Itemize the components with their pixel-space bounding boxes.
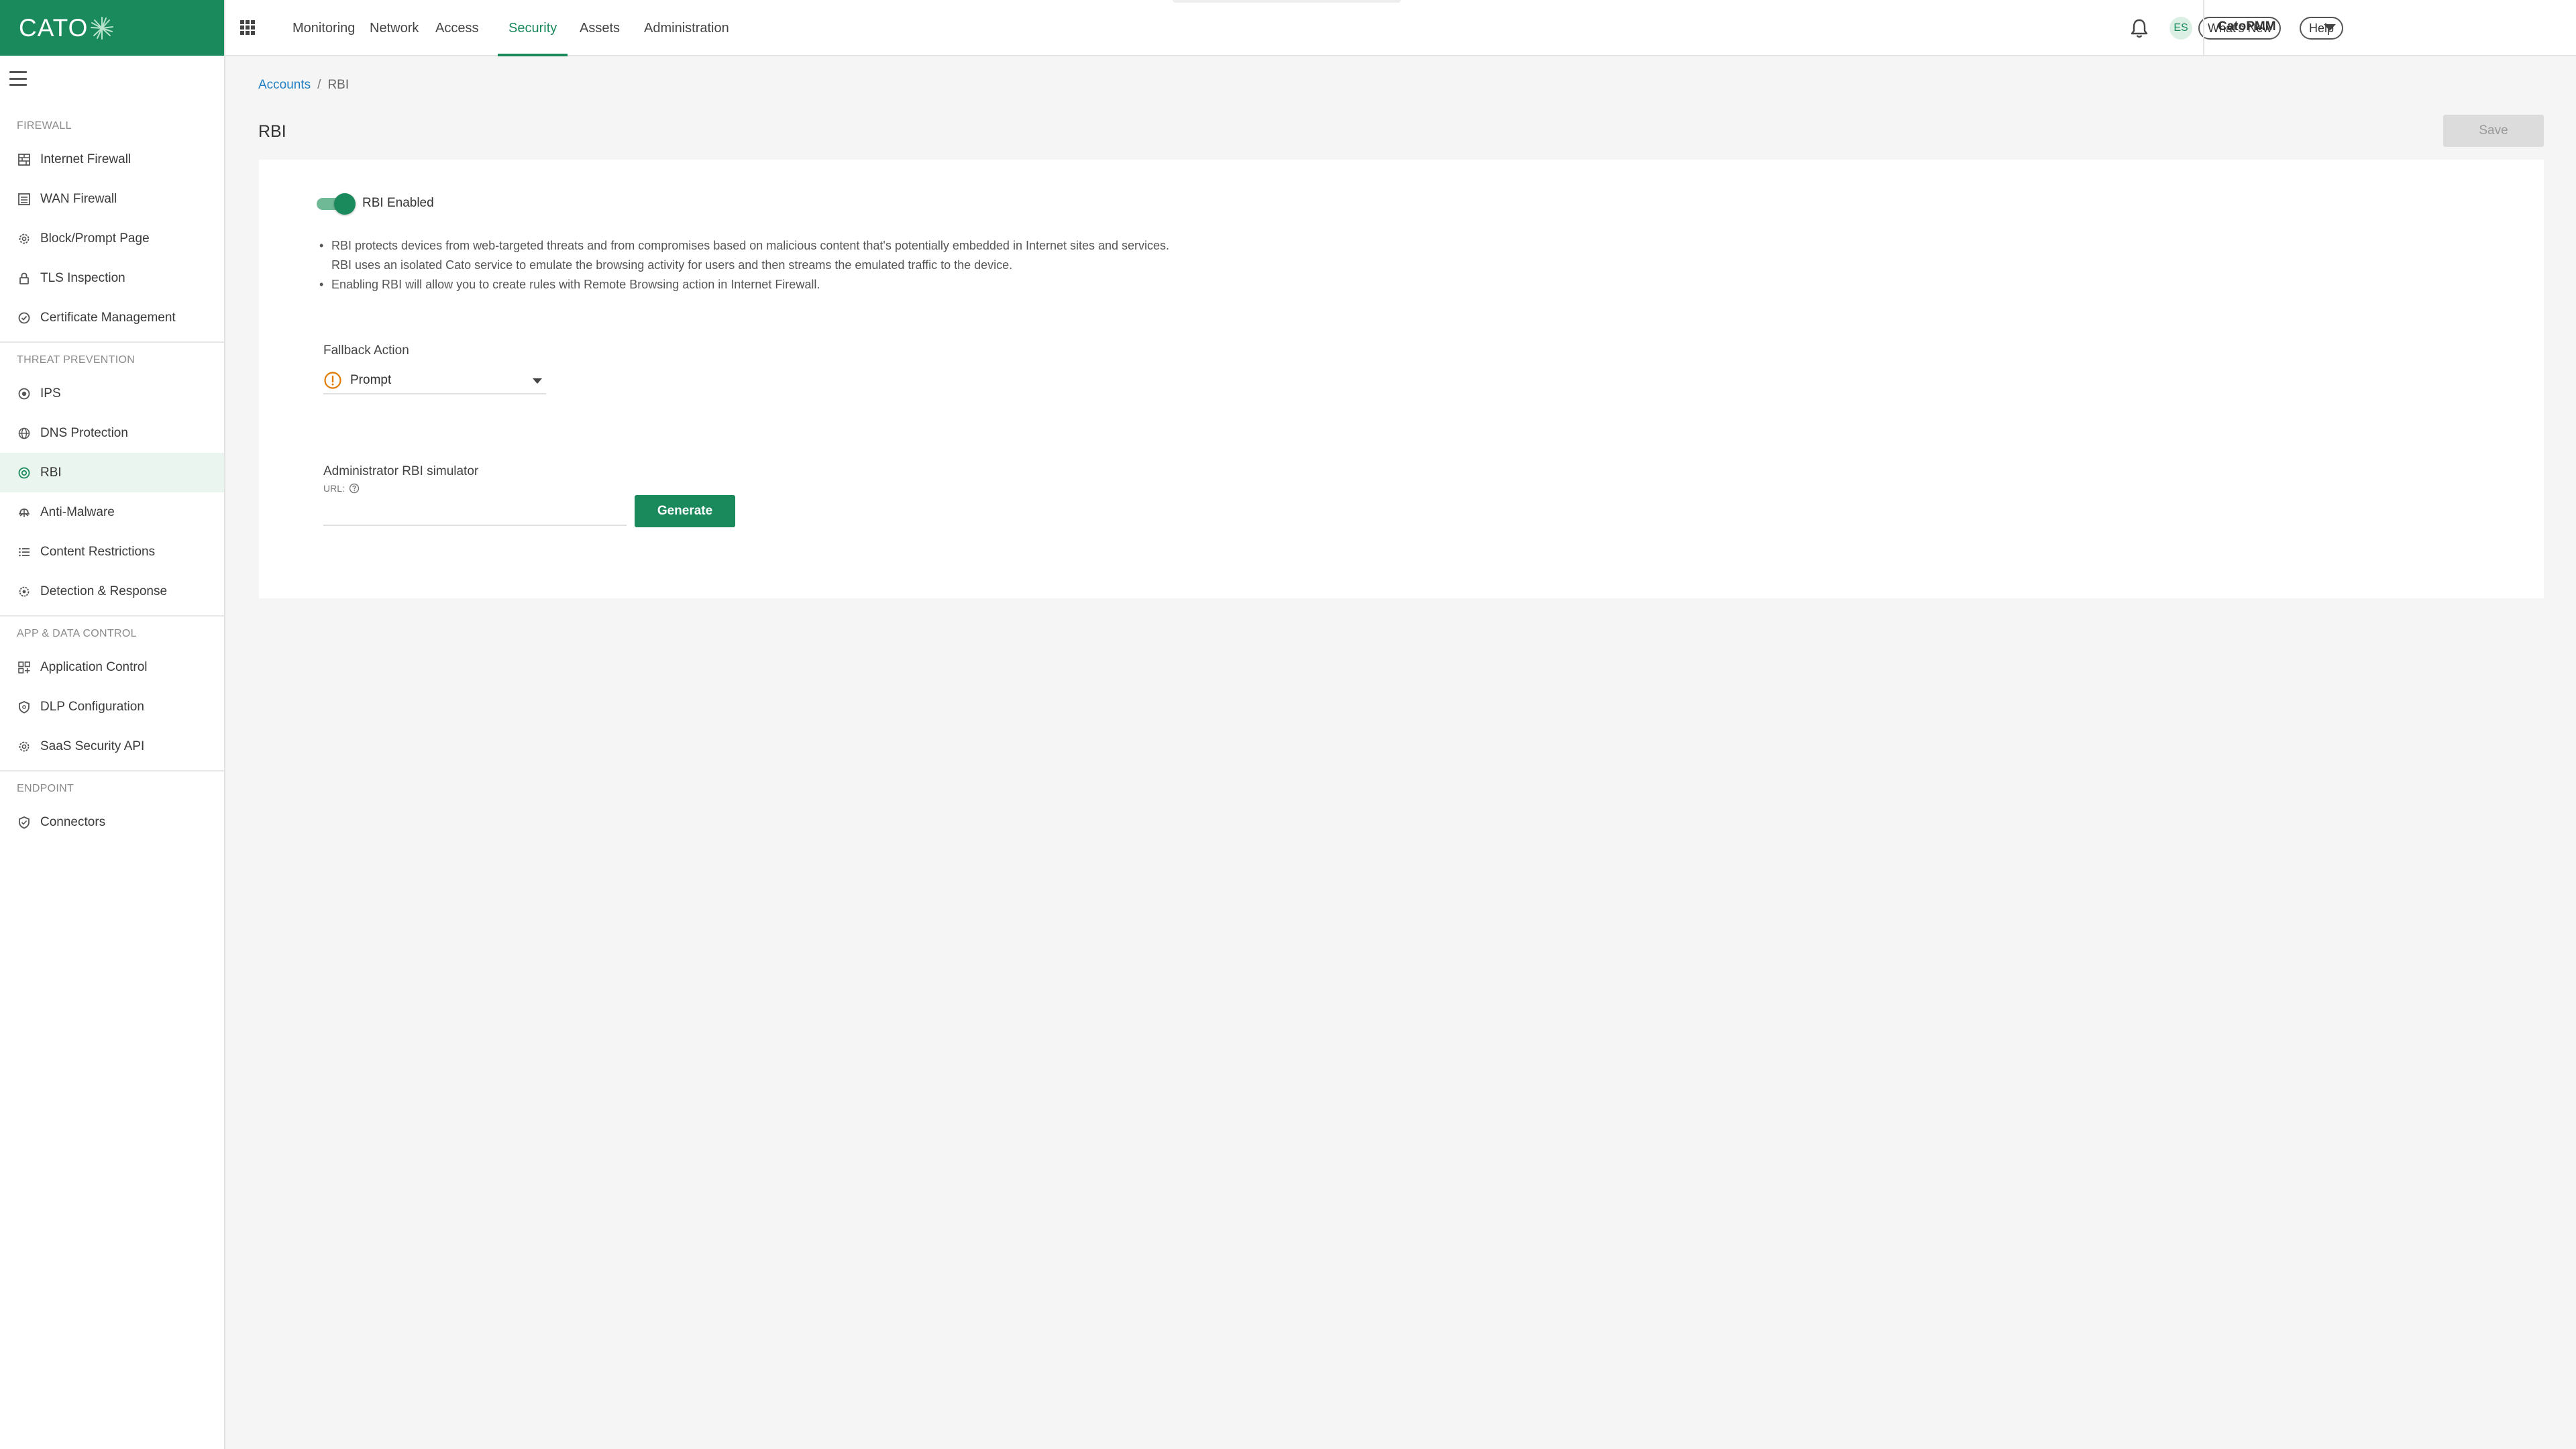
rbi-simulator-label: Administrator RBI simulator xyxy=(323,464,479,478)
fallback-action-value: Prompt xyxy=(350,373,392,387)
tab-security[interactable]: Security xyxy=(498,0,568,56)
sidebar-section-title: ENDPOINT xyxy=(17,783,74,794)
wan-firewall-icon xyxy=(17,193,31,206)
top-notch xyxy=(1173,0,1401,3)
fallback-action-select[interactable]: Prompt xyxy=(323,365,546,394)
sidebar-item-label: Application Control xyxy=(40,659,148,674)
sidebar-item-tls-inspection[interactable]: TLS Inspection xyxy=(0,258,224,298)
sidebar-item-dlp-configuration[interactable]: DLP Configuration xyxy=(0,687,224,727)
sidebar-section: ENDPOINT Connectors xyxy=(0,771,224,846)
sidebar-item-connectors[interactable]: Connectors xyxy=(0,802,224,842)
description-item: • Enabling RBI will allow you to create … xyxy=(318,275,1169,294)
description-item: • RBI protects devices from web-targeted… xyxy=(318,236,1169,275)
rbi-description-list: • RBI protects devices from web-targeted… xyxy=(318,236,1169,294)
gear-icon xyxy=(17,232,31,246)
shield-icon xyxy=(17,700,31,714)
sidebar-item-label: TLS Inspection xyxy=(40,270,125,285)
sidebar-item-detection-response[interactable]: Detection & Response xyxy=(0,572,224,611)
sidebar-item-label: SaaS Security API xyxy=(40,739,145,753)
tab-access[interactable]: Access xyxy=(425,0,489,56)
sidebar-item-label: Content Restrictions xyxy=(40,544,156,559)
sidebar-item-label: Connectors xyxy=(40,814,106,829)
sidebar-item-label: DLP Configuration xyxy=(40,699,144,714)
help-button[interactable]: Help xyxy=(2300,17,2344,40)
sidebar-item-label: Certificate Management xyxy=(40,310,176,325)
sidebar-section-title: THREAT PREVENTION xyxy=(17,354,136,366)
sidebar-item-ips[interactable]: IPS xyxy=(0,374,224,413)
tab-assets[interactable]: Assets xyxy=(569,0,631,56)
sidebar-item-internet-firewall[interactable]: Internet Firewall xyxy=(0,140,224,179)
rbi-settings-card: RBI Enabled • RBI protects devices from … xyxy=(259,160,2544,598)
sidebar-item-label: DNS Protection xyxy=(40,425,128,440)
account-name[interactable]: CatoPMM xyxy=(2218,19,2276,34)
sidebar-item-wan-firewall[interactable]: WAN Firewall xyxy=(0,179,224,219)
breadcrumb: Accounts / RBI xyxy=(258,78,349,93)
sidebar-item-label: Detection & Response xyxy=(40,584,168,598)
bug-icon xyxy=(17,506,31,519)
tab-network[interactable]: Network xyxy=(359,0,429,56)
logo-burst-icon xyxy=(91,16,114,40)
certificate-icon xyxy=(17,311,31,325)
sidebar: CATO FIREWALL Internet Firewall WAN Firewa… xyxy=(0,0,225,1449)
sidebar-item-label: WAN Firewall xyxy=(40,191,117,206)
rbi-enabled-toggle[interactable] xyxy=(317,193,356,215)
tab-administration[interactable]: Administration xyxy=(633,0,740,56)
url-label-group: URL: xyxy=(323,483,360,494)
firewall-icon xyxy=(17,153,31,166)
sidebar-section: APP & DATA CONTROL Application Control DLP… xyxy=(0,616,224,771)
sidebar-item-label: Internet Firewall xyxy=(40,152,131,166)
sidebar-item-certificate-management[interactable]: Certificate Management xyxy=(0,298,224,337)
bullet-glyph: • xyxy=(319,239,324,252)
sidebar-section-title: APP & DATA CONTROL xyxy=(17,628,137,639)
sidebar-item-block-prompt-page[interactable]: Block/Prompt Page xyxy=(0,219,224,258)
breadcrumb-accounts-link[interactable]: Accounts xyxy=(258,78,311,92)
sidebar-section-title: FIREWALL xyxy=(17,120,72,131)
sidebar-item-label: RBI xyxy=(40,465,62,480)
user-avatar[interactable]: ES xyxy=(2169,17,2192,40)
sidebar-item-saas-security-api[interactable]: SaaS Security API xyxy=(0,727,224,766)
app-launcher-icon[interactable] xyxy=(240,20,255,35)
simulator-url-input[interactable] xyxy=(323,494,627,526)
generate-button[interactable]: Generate xyxy=(635,495,735,527)
save-button[interactable]: Save xyxy=(2443,115,2544,147)
sidebar-item-application-control[interactable]: Application Control xyxy=(0,647,224,687)
account-dropdown-caret-icon[interactable] xyxy=(2324,24,2336,31)
lock-icon xyxy=(17,272,31,285)
menu-toggle-icon[interactable] xyxy=(9,71,27,86)
breadcrumb-current: RBI xyxy=(327,78,350,92)
globe-icon xyxy=(17,427,31,440)
sidebar-section: FIREWALL Internet Firewall WAN Firewall Blo… xyxy=(0,113,224,343)
settings-icon xyxy=(17,585,31,598)
apps-grid-icon xyxy=(17,661,31,674)
sidebar-item-rbi[interactable]: RBI xyxy=(0,453,224,492)
target-icon xyxy=(17,387,31,400)
sidebar-section: THREAT PREVENTION IPS DNS Protection RBI Ant… xyxy=(0,343,224,616)
bullet-glyph: • xyxy=(319,278,324,291)
page-title: RBI xyxy=(258,122,286,141)
gear-icon xyxy=(17,740,31,753)
fallback-action-label: Fallback Action xyxy=(323,343,409,358)
sidebar-item-anti-malware[interactable]: Anti-Malware xyxy=(0,492,224,532)
breadcrumb-separator: / xyxy=(317,78,321,92)
sidebar-item-label: IPS xyxy=(40,386,61,400)
sidebar-item-dns-protection[interactable]: DNS Protection xyxy=(0,413,224,453)
sidebar-item-content-restrictions[interactable]: Content Restrictions xyxy=(0,532,224,572)
rbi-icon xyxy=(17,466,31,480)
warning-circle-icon xyxy=(324,372,341,389)
topbar-divider xyxy=(2203,0,2204,56)
help-circle-icon[interactable] xyxy=(349,483,360,494)
sidebar-item-label: Block/Prompt Page xyxy=(40,231,150,246)
sidebar-nav: FIREWALL Internet Firewall WAN Firewall Blo… xyxy=(0,113,224,846)
cato-logo[interactable]: CATO xyxy=(0,0,224,56)
url-label: URL: xyxy=(323,483,345,494)
shield-check-icon xyxy=(17,816,31,829)
rbi-enabled-label: RBI Enabled xyxy=(362,196,434,210)
tab-monitoring[interactable]: Monitoring xyxy=(282,0,366,56)
list-icon xyxy=(17,545,31,559)
sidebar-item-label: Anti-Malware xyxy=(40,504,115,519)
notifications-bell-icon[interactable] xyxy=(2129,17,2149,39)
logo-text: CATO xyxy=(19,13,89,42)
chevron-down-icon xyxy=(533,378,542,384)
